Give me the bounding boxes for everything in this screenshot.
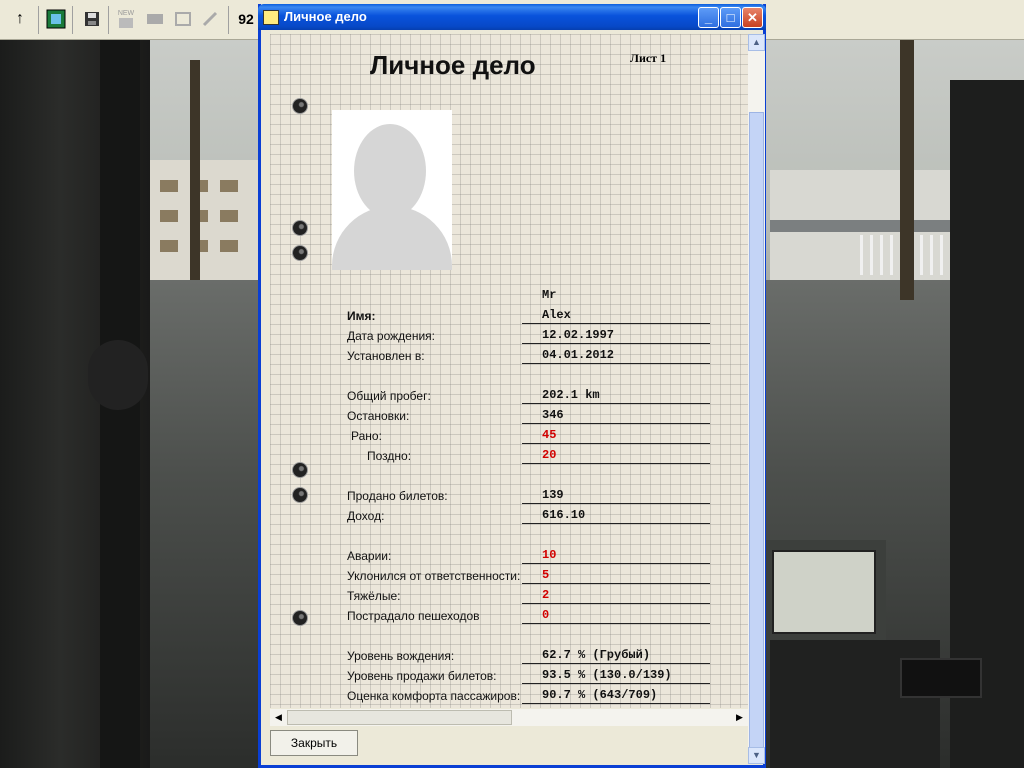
name-row: Имя: Alex	[270, 306, 748, 326]
dossier-window: Личное дело _ □ ✕ Личное дело Лист 1 Mr …	[258, 4, 766, 768]
document-title: Личное дело	[370, 50, 536, 80]
counter-icon[interactable]: 92	[234, 7, 258, 31]
ticket-keypad	[772, 550, 876, 634]
scroll-down-arrow-icon[interactable]: ▼	[748, 747, 765, 764]
save-icon[interactable]	[80, 7, 104, 31]
vertical-scrollbar[interactable]: ▲ ▼	[748, 34, 765, 764]
salutation-row: Mr	[270, 286, 748, 306]
scroll-up-arrow-icon[interactable]: ▲	[748, 34, 765, 51]
tree	[900, 40, 914, 300]
driving-level-row: Уровень вождения: 62.7 % (Грубый)	[270, 646, 748, 666]
tree	[190, 60, 200, 280]
scroll-right-arrow-icon[interactable]: ▶	[731, 709, 748, 726]
resize-icon[interactable]	[171, 7, 195, 31]
vertical-scroll-thumb[interactable]	[749, 112, 764, 748]
scroll-left-arrow-icon[interactable]: ◀	[270, 709, 287, 726]
window-title: Личное дело	[284, 9, 367, 24]
bus-light	[88, 340, 148, 410]
dossier-paper: Личное дело Лист 1 Mr Имя: Alex Дата рож…	[270, 34, 748, 708]
up-arrow-icon[interactable]: ↑	[8, 7, 32, 31]
hit-and-run-row: Уклонился от ответственности: 5	[270, 566, 748, 586]
driver-photo	[332, 110, 452, 270]
tickets-row: Продано билетов: 139	[270, 486, 748, 506]
minimize-button[interactable]: _	[698, 7, 719, 28]
mileage-row: Общий пробег: 202.1 km	[270, 386, 748, 406]
ticket-level-row: Уровень продажи билетов: 93.5 % (130.0/1…	[270, 666, 748, 686]
new-icon[interactable]: NEW	[114, 7, 138, 31]
horizontal-scroll-thumb[interactable]	[287, 710, 512, 725]
close-button[interactable]: Закрыть	[270, 730, 358, 756]
name-value: Alex	[542, 308, 571, 322]
hired-row: Установлен в: 04.01.2012	[270, 346, 748, 366]
binder-ring-icon	[292, 245, 308, 261]
comfort-row: Оценка комфорта пассажиров: 90.7 % (643/…	[270, 686, 748, 706]
salutation-value: Mr	[542, 288, 557, 302]
bus-copy-icon[interactable]	[143, 7, 167, 31]
sheet-number: Лист 1	[630, 51, 667, 65]
serious-row: Тяжёлые: 2	[270, 586, 748, 606]
dashboard-display	[900, 658, 982, 698]
accidents-row: Аварии: 10	[270, 546, 748, 566]
building-left	[150, 160, 260, 290]
pedestrians-row: Пострадало пешеходов 0	[270, 606, 748, 626]
stops-row: Остановки: 346	[270, 406, 748, 426]
early-row: Рано: 45	[270, 426, 748, 446]
horizontal-scrollbar[interactable]: ◀ ▶	[270, 709, 748, 726]
window-titlebar[interactable]: Личное дело _ □ ✕	[258, 4, 766, 30]
map-icon[interactable]	[44, 7, 68, 31]
close-window-button[interactable]: ✕	[742, 7, 763, 28]
birthdate-row: Дата рождения: 12.02.1997	[270, 326, 748, 346]
income-row: Доход: 616.10	[270, 506, 748, 526]
binder-ring-icon	[292, 220, 308, 236]
tool-icon[interactable]	[199, 7, 223, 31]
late-row: Поздно: 20	[270, 446, 748, 466]
binder-ring-icon	[292, 98, 308, 114]
maximize-button[interactable]: □	[720, 7, 741, 28]
app-icon	[263, 10, 279, 25]
